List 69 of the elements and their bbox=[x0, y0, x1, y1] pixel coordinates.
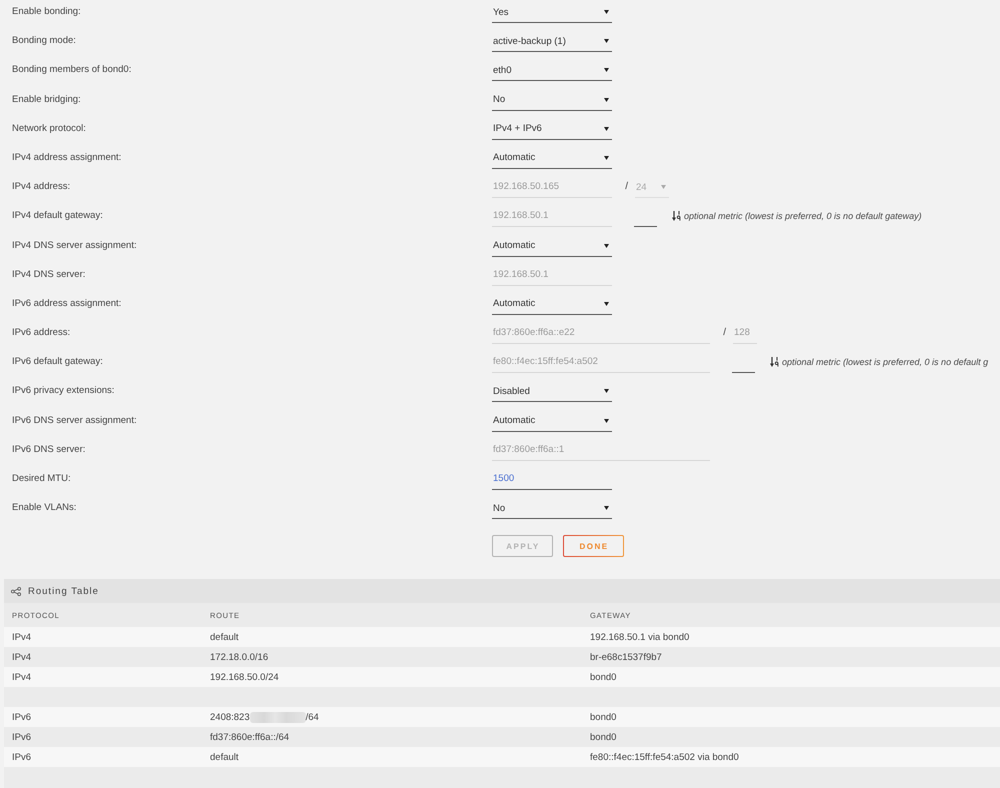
field-label: IPv4 address: bbox=[12, 180, 72, 194]
table-cell-text: IPv6 bbox=[12, 712, 32, 723]
field-label: IPv6 DNS server: bbox=[12, 442, 86, 457]
caret-icon bbox=[604, 244, 609, 248]
dropdown[interactable]: Automatic bbox=[492, 410, 612, 432]
field-label: IPv6 privacy extensions: bbox=[12, 384, 116, 398]
caret-icon bbox=[661, 185, 666, 190]
field-label: IPv6 address assignment: bbox=[12, 296, 122, 311]
dropdown[interactable]: active-backup (1) bbox=[492, 31, 612, 52]
field-label: Network protocol: bbox=[12, 122, 87, 136]
route-text: 2408:823 bbox=[210, 712, 250, 723]
share-icon bbox=[11, 586, 21, 596]
field-label: IPv4 DNS server assignment: bbox=[12, 238, 138, 252]
field-label: Bonding members of bond0: bbox=[12, 63, 132, 78]
caret-icon bbox=[604, 98, 609, 102]
hint-text: optional metric (lowest is preferred, 0 is no default gateway) bbox=[684, 210, 922, 224]
field-label: IPv6 DNS server assignment: bbox=[12, 414, 138, 428]
table-cell-text: br-e68c1537f9b7 bbox=[590, 652, 663, 663]
table-cell-text: bond0 bbox=[590, 732, 618, 743]
table-cell-text: bond0 bbox=[590, 712, 618, 723]
table-cell-text: IPv4 bbox=[12, 672, 32, 683]
dropdown[interactable]: No bbox=[492, 90, 612, 111]
dropdown[interactable]: Automatic bbox=[492, 294, 612, 315]
panel-title: Routing Table bbox=[28, 586, 99, 597]
field-label: Enable bonding: bbox=[12, 5, 82, 19]
caret-icon bbox=[604, 418, 609, 423]
table-cell-text: IPv4 bbox=[12, 652, 32, 663]
caret-icon bbox=[604, 506, 609, 510]
caret-icon bbox=[604, 10, 609, 14]
table-cell-text: default bbox=[210, 752, 240, 763]
field-label: IPv4 address assignment: bbox=[12, 150, 122, 165]
field-label: IPv4 DNS server: bbox=[12, 268, 86, 282]
field-label: IPv4 default gateway: bbox=[12, 209, 104, 224]
table-cell-text: IPv4 bbox=[12, 632, 32, 643]
caret-icon bbox=[604, 389, 609, 394]
table-cell-text: fe80::f4ec:15ff:fe54:a502 via bond0 bbox=[590, 752, 740, 763]
dropdown[interactable]: Automatic bbox=[492, 236, 612, 256]
dropdown[interactable]: Automatic bbox=[492, 148, 612, 169]
caret-icon bbox=[604, 126, 609, 131]
table-cell-text: bond0 bbox=[590, 672, 618, 683]
slash-separator: / bbox=[722, 326, 727, 340]
input-field[interactable]: 1500 bbox=[492, 469, 612, 490]
table-cell-text: 192.168.50.1 via bond0 bbox=[590, 632, 690, 643]
table-cell-text: fd37:860e:ff6a::/64 bbox=[210, 732, 290, 743]
slash-separator: / bbox=[624, 180, 629, 194]
table-cell-text: IPv6 bbox=[12, 732, 32, 743]
hint-text: optional metric (lowest is preferred, 0 is no default g bbox=[782, 356, 988, 370]
field-label: Enable bridging: bbox=[12, 92, 82, 107]
caret-icon bbox=[604, 39, 609, 44]
caret-icon bbox=[604, 302, 609, 306]
dropdown[interactable]: IPv4 + IPv6 bbox=[492, 118, 612, 140]
table-cell-text: 172.18.0.0/16 bbox=[210, 652, 270, 663]
dropdown[interactable]: Disabled bbox=[492, 381, 612, 402]
table-cell-text: default bbox=[210, 632, 240, 643]
caret-icon bbox=[604, 68, 609, 72]
sort-numeric-icon bbox=[672, 211, 681, 222]
dropdown[interactable]: eth0 bbox=[492, 60, 612, 82]
field-label: Enable VLANs: bbox=[12, 501, 78, 516]
field-label: IPv6 address: bbox=[12, 326, 72, 340]
dropdown[interactable]: No bbox=[492, 498, 612, 520]
sort-numeric-icon bbox=[770, 357, 779, 368]
dropdown[interactable]: Yes bbox=[492, 2, 612, 23]
route-text: /64 bbox=[306, 712, 319, 723]
field-label: Desired MTU: bbox=[12, 472, 72, 486]
caret-icon bbox=[604, 156, 609, 160]
table-cell-text: IPv6 bbox=[12, 752, 32, 763]
table-cell-text: 192.168.50.0/24 bbox=[210, 672, 280, 683]
field-label: IPv6 default gateway: bbox=[12, 355, 104, 370]
field-label: Bonding mode: bbox=[12, 34, 77, 48]
